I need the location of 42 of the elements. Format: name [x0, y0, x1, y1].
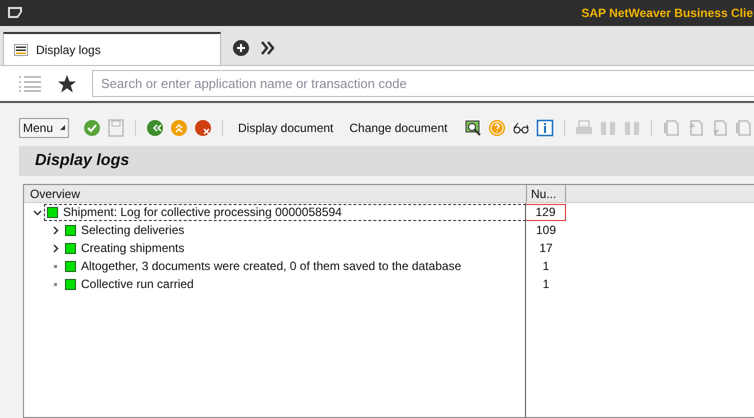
tree-item[interactable]: Selecting deliveries: [81, 221, 184, 239]
toolbar-button[interactable]: Display document: [233, 118, 338, 136]
window-title: SAP NetWeaver Business Clie: [581, 5, 754, 22]
count-cell-text: 109: [536, 222, 556, 239]
status-icon: [65, 260, 76, 272]
star-icon[interactable]: [57, 74, 77, 94]
bullet-icon: [54, 282, 56, 286]
cancel-icon[interactable]: [194, 118, 212, 136]
count-cell-text: 1: [542, 276, 550, 293]
chevron-right-icon[interactable]: [50, 226, 60, 234]
caret-icon: [60, 125, 65, 130]
toolbar-button[interactable]: Change document: [344, 118, 452, 136]
tree-item[interactable]: Creating shipments: [81, 239, 184, 257]
check-icon[interactable]: [83, 118, 101, 136]
magnifier-icon[interactable]: [464, 118, 482, 136]
status-icon: [65, 242, 76, 254]
chevron-right-icon[interactable]: [50, 244, 60, 252]
tree-item[interactable]: Collective run carried: [81, 275, 194, 293]
info-icon[interactable]: [536, 118, 554, 136]
page-title: Display logs: [35, 151, 130, 171]
tree-item[interactable]: Altogether, 3 documents were created, 0 of them saved to the database: [81, 257, 462, 275]
count-cell-text: 1: [542, 258, 550, 275]
list-icon[interactable]: [19, 76, 41, 92]
status-icon: [47, 206, 58, 218]
list-icon: [14, 44, 28, 56]
menu-button[interactable]: Menu: [19, 118, 69, 138]
app-menu-icon[interactable]: [7, 6, 23, 20]
up-icon[interactable]: [170, 118, 188, 136]
column-header[interactable]: Nu...: [526, 185, 566, 202]
chevron-down-icon[interactable]: [32, 208, 42, 216]
search-field[interactable]: Search or enter application name or transaction code: [92, 70, 754, 97]
status-icon: [65, 278, 76, 290]
status-icon: [65, 224, 76, 236]
back-icon[interactable]: [146, 118, 164, 136]
add-tab-icon[interactable]: [233, 40, 249, 56]
count-cell-text: 17: [539, 240, 553, 257]
bullet-icon: [54, 264, 56, 268]
count-cell-text: 129: [535, 204, 556, 221]
double-chevron-icon[interactable]: [261, 41, 275, 55]
help-icon[interactable]: [488, 118, 506, 136]
column-header[interactable]: Overview: [24, 185, 526, 202]
tab[interactable]: Display logs: [3, 32, 221, 65]
